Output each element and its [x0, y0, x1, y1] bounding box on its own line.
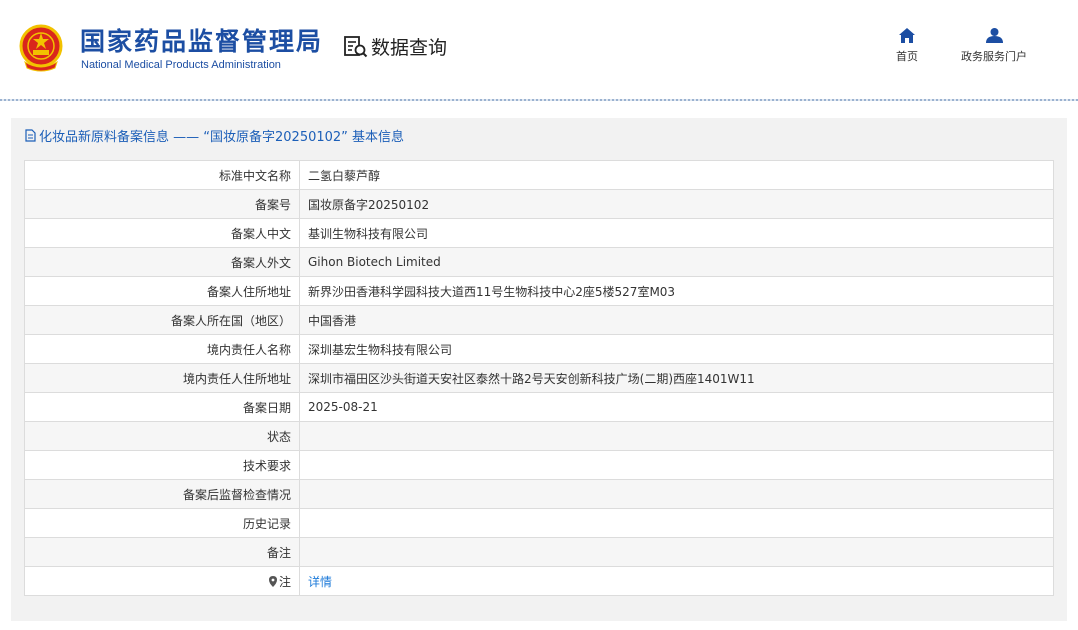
panel-title: 化妆品新原料备案信息 —— “国妆原备字20250102” 基本信息 — [25, 126, 404, 145]
row-value: 中国香港 — [299, 305, 1054, 335]
table-row: 备案人外文 Gihon Biotech Limited — [24, 247, 1054, 277]
site-header: 国家药品监督管理局 National Medical Products Admi… — [0, 0, 1078, 101]
record-panel: 化妆品新原料备案信息 —— “国妆原备字20250102” 基本信息 标准中文名… — [11, 118, 1067, 621]
note-row: 注 详情 — [24, 566, 1054, 596]
row-value: 2025-08-21 — [299, 392, 1054, 422]
nav-portal-label: 政务服务门户 — [961, 50, 1027, 63]
row-value — [299, 479, 1054, 509]
row-value: 深圳市福田区沙头街道天安社区泰然十路2号天安创新科技广场(二期)西座1401W1… — [299, 363, 1054, 393]
table-row: 备注 — [24, 537, 1054, 567]
row-label: 备注 — [24, 537, 300, 567]
table-row: 状态 — [24, 421, 1054, 451]
row-label: 备案日期 — [24, 392, 300, 422]
location-pin-icon — [268, 575, 277, 587]
document-search-icon — [344, 35, 368, 57]
row-label: 备案人住所地址 — [24, 276, 300, 306]
row-value: 新界沙田香港科学园科技大道西11号生物科技中心2座5楼527室M03 — [299, 276, 1054, 306]
row-value: 深圳基宏生物科技有限公司 — [299, 334, 1054, 364]
row-value — [299, 421, 1054, 451]
data-query-label: 数据查询 — [371, 37, 448, 59]
table-row: 备案日期 2025-08-21 — [24, 392, 1054, 422]
document-icon — [25, 129, 36, 142]
nav-home-label: 首页 — [896, 50, 918, 63]
user-icon — [985, 28, 1003, 43]
table-row: 备案人住所地址 新界沙田香港科学园科技大道西11号生物科技中心2座5楼527室M… — [24, 276, 1054, 306]
table-row: 备案号 国妆原备字20250102 — [24, 189, 1054, 219]
row-label: 技术要求 — [24, 450, 300, 480]
table-row: 历史记录 — [24, 508, 1054, 538]
row-label: 标准中文名称 — [24, 160, 300, 190]
table-row: 境内责任人名称 深圳基宏生物科技有限公司 — [24, 334, 1054, 364]
row-label: 境内责任人名称 — [24, 334, 300, 364]
header-divider — [0, 99, 1078, 101]
national-emblem-icon — [19, 24, 63, 72]
row-label: 状态 — [24, 421, 300, 451]
details-link[interactable]: 详情 — [308, 575, 332, 589]
nav-service-portal[interactable]: 政务服务门户 — [954, 28, 1034, 64]
table-row: 备案人中文 基训生物科技有限公司 — [24, 218, 1054, 248]
row-value — [299, 537, 1054, 567]
row-value: 基训生物科技有限公司 — [299, 218, 1054, 248]
row-label: 备案后监督检查情况 — [24, 479, 300, 509]
note-label-cell: 注 — [24, 566, 300, 596]
table-row: 境内责任人住所地址 深圳市福田区沙头街道天安社区泰然十路2号天安创新科技广场(二… — [24, 363, 1054, 393]
row-value: 二氢白藜芦醇 — [299, 160, 1054, 190]
basic-info-table: 标准中文名称 二氢白藜芦醇 备案号 国妆原备字20250102 备案人中文 基训… — [24, 160, 1054, 596]
row-label: 境内责任人住所地址 — [24, 363, 300, 393]
home-icon — [899, 28, 915, 43]
panel-title-text: 化妆品新原料备案信息 —— “国妆原备字20250102” 基本信息 — [39, 130, 405, 145]
row-label: 备案人所在国（地区） — [24, 305, 300, 335]
row-value: 国妆原备字20250102 — [299, 189, 1054, 219]
table-row: 技术要求 — [24, 450, 1054, 480]
table-row: 备案人所在国（地区） 中国香港 — [24, 305, 1054, 335]
nav-home[interactable]: 首页 — [890, 28, 924, 64]
row-label: 备案人中文 — [24, 218, 300, 248]
row-value — [299, 508, 1054, 538]
note-label: 注 — [278, 574, 291, 589]
row-label: 备案号 — [24, 189, 300, 219]
row-value — [299, 450, 1054, 480]
row-value: Gihon Biotech Limited — [299, 247, 1054, 277]
table-row: 标准中文名称 二氢白藜芦醇 — [24, 160, 1054, 190]
agency-name-cn: 国家药品监督管理局 — [80, 27, 324, 56]
row-label: 历史记录 — [24, 508, 300, 538]
row-label: 备案人外文 — [24, 247, 300, 277]
note-value-cell: 详情 — [299, 566, 1054, 596]
table-row: 备案后监督检查情况 — [24, 479, 1054, 509]
data-query-title: 数据查询 — [344, 33, 447, 60]
agency-name-en: National Medical Products Administration — [81, 59, 281, 71]
